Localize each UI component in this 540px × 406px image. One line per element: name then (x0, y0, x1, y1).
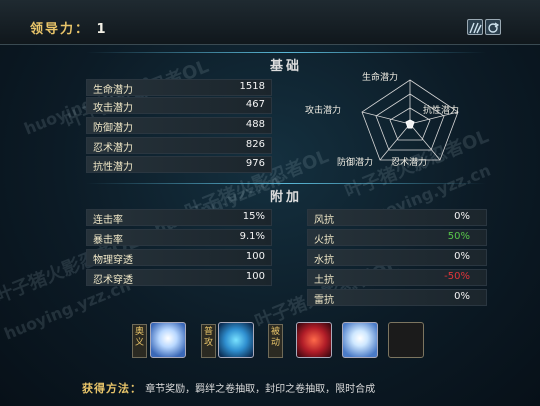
skill-tag-passive: 被动 (268, 324, 283, 358)
resist-stat-row: 土抗 -50% (307, 269, 487, 286)
stat-label: 风抗 (314, 215, 334, 226)
leadership-value: 1 (96, 22, 108, 37)
stat-label: 忍术潜力 (93, 143, 133, 154)
red-ninja-skill-icon[interactable] (296, 322, 332, 358)
radar-value-shape (405, 119, 415, 129)
radar-label-attack: 攻击潜力 (305, 106, 342, 116)
ice-shard-skill-icon[interactable] (150, 322, 186, 358)
extra-section-title: 附加 (269, 190, 302, 205)
radar-label-ninjutsu: 忍术潜力 (391, 158, 428, 168)
stat-value: 488 (245, 119, 265, 130)
extra-stat-row: 物理穿透 100 (86, 249, 272, 266)
stat-label: 连击率 (93, 215, 123, 226)
stat-value: 50% (447, 231, 470, 242)
stat-label: 防御潜力 (93, 123, 133, 134)
radar-label-hp: 生命潜力 (362, 73, 399, 83)
stat-value: 826 (245, 139, 265, 150)
stat-label: 暴击率 (93, 235, 123, 246)
resist-stat-row: 风抗 0% (307, 209, 487, 226)
stat-label: 攻击潜力 (93, 103, 133, 114)
radar-label-defense: 防御潜力 (337, 158, 374, 168)
toggle-view-icon[interactable] (467, 19, 483, 35)
resist-stat-row: 火抗 50% (307, 229, 487, 246)
empty-skill-slot[interactable] (388, 322, 424, 358)
stat-value: 1518 (239, 81, 265, 92)
section-divider (86, 183, 486, 184)
radar-label-resist: 抗性潜力 (423, 106, 460, 116)
skill-tag-normal-attack: 普攻 (201, 324, 216, 358)
fist-punch-skill-icon[interactable] (218, 322, 254, 358)
extra-stat-row: 连击率 15% (86, 209, 272, 226)
stat-value: 100 (245, 271, 265, 282)
stat-label: 抗性潜力 (93, 162, 133, 173)
potential-radar-chart (361, 79, 459, 161)
extra-stat-row: 暴击率 9.1% (86, 229, 272, 246)
acquire-method-text: 章节奖励，羁绊之卷抽取，封印之卷抽取，限时合成 (145, 384, 376, 395)
stat-value: 100 (245, 251, 265, 262)
stat-value: 0% (454, 251, 470, 262)
crystal-burst-skill-icon[interactable] (342, 322, 378, 358)
stat-label: 水抗 (314, 255, 334, 266)
stat-label: 物理穿透 (93, 255, 133, 266)
ninja-attributes-panel: 叶子猪火影忍者OL huoying.yzz.cn 叶子猪火影忍者OL huoyi… (0, 0, 540, 406)
base-stat-row: 抗性潜力 976 (86, 156, 272, 173)
stat-value: 9.1% (239, 231, 265, 242)
acquire-method: 获得方法： 章节奖励，羁绊之卷抽取，封印之卷抽取，限时合成 (82, 380, 375, 396)
base-stat-row: 生命潜力 1518 (86, 79, 272, 96)
stat-label: 雷抗 (314, 295, 334, 306)
resist-stat-row: 雷抗 0% (307, 289, 487, 306)
leadership-label: 领导力： (30, 22, 91, 37)
stat-label: 火抗 (314, 235, 334, 246)
stat-label: 生命潜力 (93, 85, 133, 96)
stat-value: -50% (444, 271, 470, 282)
stat-value: 976 (245, 158, 265, 169)
base-stat-row: 忍术潜力 826 (86, 137, 272, 154)
leadership-stat: 领导力： 1 (30, 18, 108, 37)
stat-label: 忍术穿透 (93, 275, 133, 286)
stat-label: 土抗 (314, 275, 334, 286)
refresh-icon[interactable] (485, 19, 501, 35)
extra-stat-row: 忍术穿透 100 (86, 269, 272, 286)
section-divider (86, 52, 486, 53)
stat-value: 0% (454, 291, 470, 302)
header-bar: 领导力： 1 (0, 0, 540, 45)
acquire-method-label: 获得方法： (82, 382, 142, 395)
stat-value: 467 (245, 99, 265, 110)
base-stat-row: 攻击潜力 467 (86, 97, 272, 114)
stat-value: 15% (242, 211, 265, 222)
stat-value: 0% (454, 211, 470, 222)
base-stat-row: 防御潜力 488 (86, 117, 272, 134)
skill-tag-ultimate: 奥义 (132, 324, 147, 358)
resist-stat-row: 水抗 0% (307, 249, 487, 266)
